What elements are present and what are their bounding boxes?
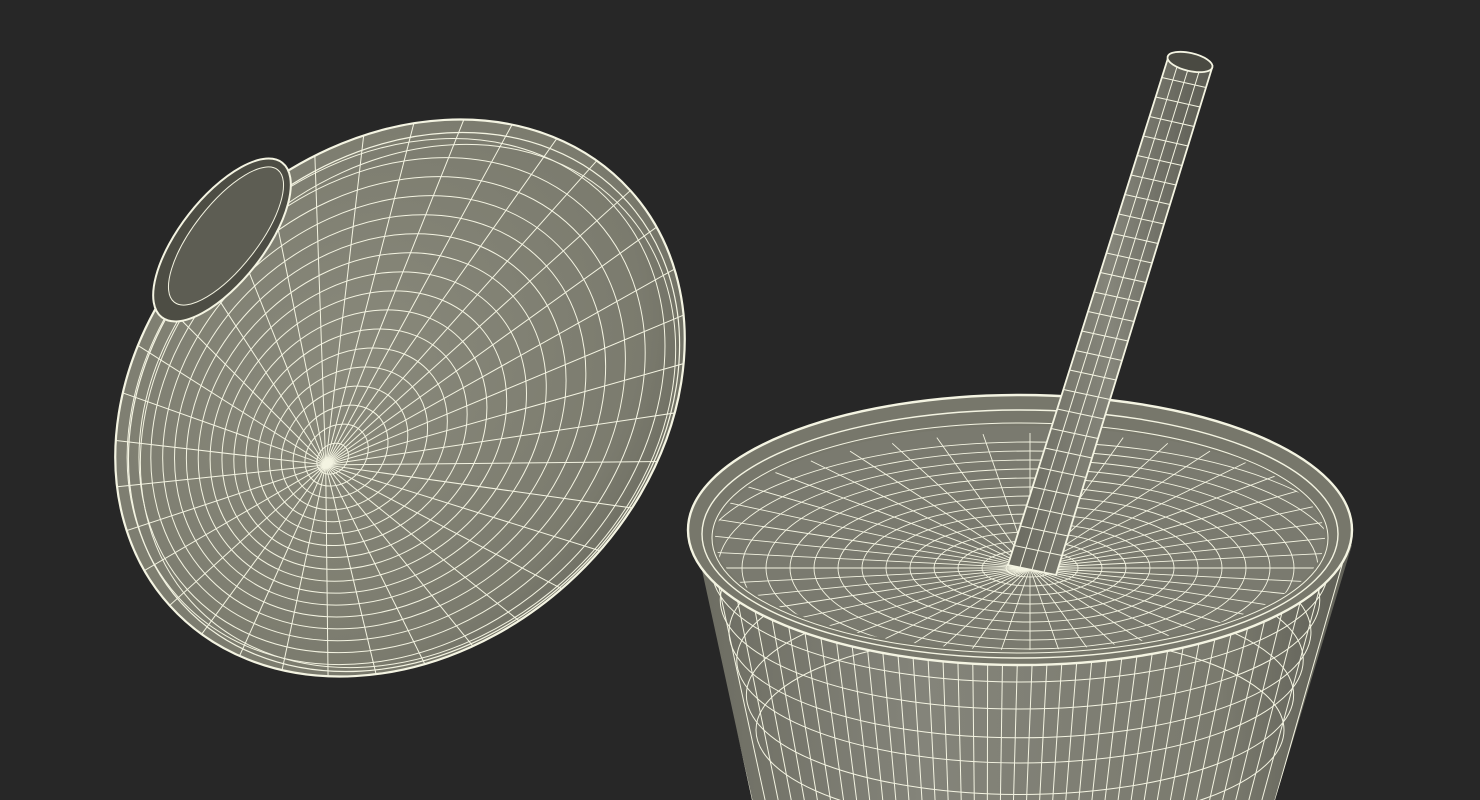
- wireframe-render-scene: [95, 50, 1354, 800]
- dome-lid: [95, 99, 705, 697]
- cup: [686, 393, 1354, 800]
